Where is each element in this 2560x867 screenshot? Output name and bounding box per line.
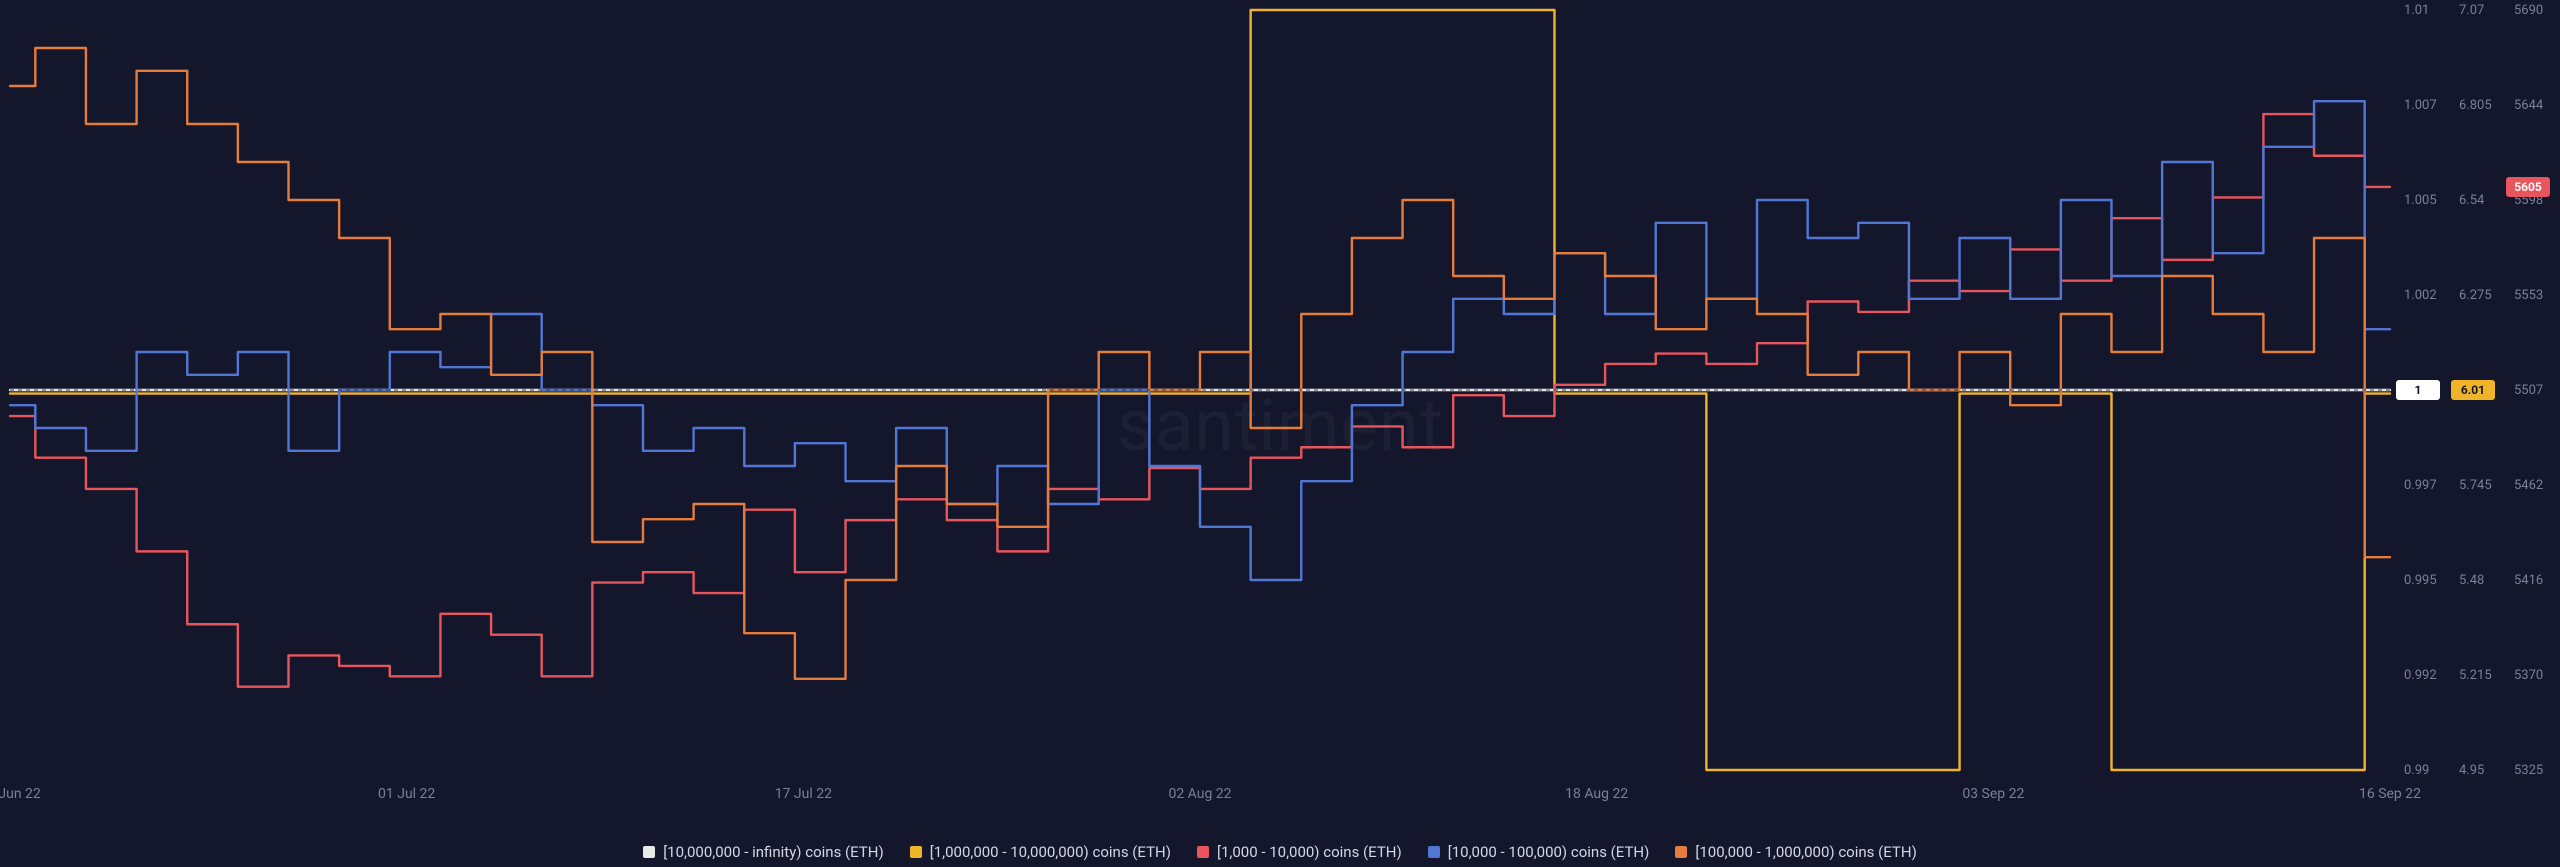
legend-label: [1,000 - 10,000) coins (ETH)	[1217, 843, 1402, 861]
axis-value-tag-text: 6.01	[2461, 383, 2485, 397]
x-tick-label: 16 Sep 22	[2359, 786, 2421, 802]
y-tick-label: 6.54	[2459, 193, 2485, 208]
chart-legend: [10,000,000 - infinity) coins (ETH) [1,00…	[0, 843, 2560, 861]
axis-value-tag-text: 5605	[2514, 180, 2542, 194]
y-tick-label: 5.215	[2459, 668, 2492, 683]
legend-item[interactable]: [10,000,000 - infinity) coins (ETH)	[643, 843, 884, 861]
x-tick-label: 03 Sep 22	[1962, 786, 2024, 802]
y-tick-label: 5.745	[2459, 478, 2492, 493]
legend-swatch	[643, 846, 655, 858]
legend-swatch	[910, 846, 922, 858]
series-line	[10, 114, 2390, 687]
x-tick-label: 17 Jul 22	[775, 786, 832, 802]
y-tick-label: 5416	[2514, 573, 2543, 588]
y-tick-label: 1.01	[2404, 3, 2429, 18]
chart-plot[interactable]: 1.01 1.007 1.005 1.002 1 0.997 0.995 0.992 0.99 7…	[0, 0, 2560, 867]
legend-item[interactable]: [1,000 - 10,000) coins (ETH)	[1197, 843, 1402, 861]
y-tick-label: 0.992	[2404, 668, 2437, 683]
legend-item[interactable]: [10,000 - 100,000) coins (ETH)	[1428, 843, 1650, 861]
y-tick-label: 5325	[2514, 763, 2543, 778]
legend-label: [10,000,000 - infinity) coins (ETH)	[663, 843, 884, 861]
x-tick-label: 01 Jul 22	[378, 786, 435, 802]
y-tick-label: 1.007	[2404, 98, 2437, 113]
axis-value-tag-text: 1	[2415, 383, 2422, 397]
y-tick-label: 0.997	[2404, 478, 2437, 493]
y-tick-label: 5553	[2514, 288, 2543, 303]
y-tick-label: 5644	[2514, 98, 2544, 113]
y-tick-label: 6.275	[2459, 288, 2492, 303]
y-tick-label: 7.07	[2459, 3, 2484, 18]
legend-label: [1,000,000 - 10,000,000) coins (ETH)	[930, 843, 1171, 861]
y-tick-label: 0.995	[2404, 573, 2437, 588]
y-tick-label: 5370	[2514, 668, 2543, 683]
series-line	[10, 48, 2390, 679]
legend-label: [100,000 - 1,000,000) coins (ETH)	[1695, 843, 1916, 861]
y-tick-label: 6.805	[2459, 98, 2492, 113]
x-tick-label: 18 Aug 22	[1565, 786, 1628, 802]
series-line	[10, 101, 2390, 580]
legend-item[interactable]: [100,000 - 1,000,000) coins (ETH)	[1675, 843, 1916, 861]
legend-swatch	[1675, 846, 1687, 858]
y-tick-label: 5462	[2514, 478, 2543, 493]
y-tick-label: 0.99	[2404, 763, 2429, 778]
legend-label: [10,000 - 100,000) coins (ETH)	[1448, 843, 1650, 861]
legend-item[interactable]: [1,000,000 - 10,000,000) coins (ETH)	[910, 843, 1171, 861]
y-tick-label: 4.95	[2459, 763, 2484, 778]
y-tick-label: 1.002	[2404, 288, 2437, 303]
legend-swatch	[1197, 846, 1209, 858]
y-tick-label: 5690	[2514, 3, 2543, 18]
legend-swatch	[1428, 846, 1440, 858]
y-tick-label: 1.005	[2404, 193, 2437, 208]
x-tick-label: 15 Jun 22	[0, 786, 41, 802]
y-tick-label: 5.48	[2459, 573, 2484, 588]
x-tick-label: 02 Aug 22	[1168, 786, 1231, 802]
y-tick-label: 5507	[2514, 383, 2543, 398]
